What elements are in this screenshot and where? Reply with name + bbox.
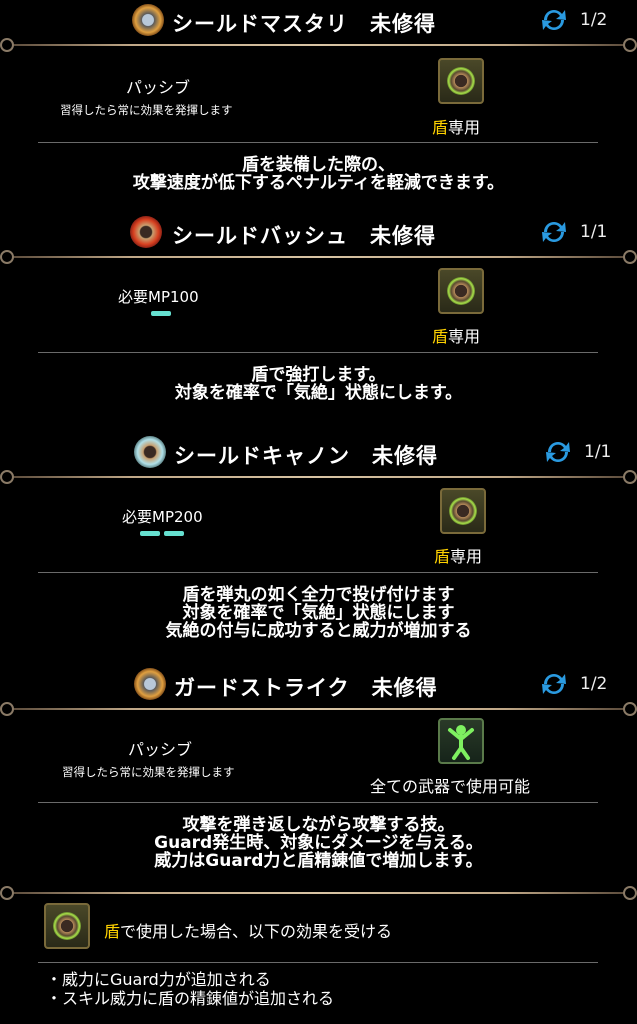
frame-ornament	[0, 250, 14, 264]
shield-weapon-icon	[44, 903, 90, 949]
weapon-requirement: 盾専用	[434, 547, 483, 566]
rotate-icon[interactable]	[542, 438, 574, 466]
frame-divider	[8, 256, 629, 258]
shield-bash-icon	[130, 216, 162, 248]
frame-divider	[8, 708, 629, 710]
mp-level-bar	[164, 531, 184, 536]
shield-weapon-icon	[438, 268, 484, 314]
passive-label: パッシブ	[128, 740, 193, 759]
section-divider	[38, 962, 598, 963]
shield-weapon-icon	[438, 58, 484, 104]
section-divider	[38, 352, 598, 353]
skill-description: 盾を弾丸の如く全力で投げ付けます 対象を確率で「気絶」状態にします 気絶の付与に成功…	[165, 585, 472, 641]
skill-description: 攻撃を弾き返しながら攻撃する技。 Guard発生時、対象にダメージを与える。 威力は…	[154, 815, 483, 871]
gear-skill-icon	[132, 4, 164, 36]
section-divider	[38, 802, 598, 803]
skill-title: シールドマスタリ 未修得	[172, 12, 436, 36]
passive-label: パッシブ	[126, 78, 191, 97]
list-item: ・スキル威力に盾の精錬値が追加される	[46, 989, 335, 1008]
mp-level-bar	[151, 311, 171, 316]
section-divider	[38, 572, 598, 573]
frame-ornament	[623, 250, 637, 264]
rotate-icon[interactable]	[538, 670, 570, 698]
frame-ornament	[0, 38, 14, 52]
passive-note: 習得したら常に効果を発揮します	[60, 103, 233, 117]
frame-ornament	[623, 470, 637, 484]
frame-ornament	[0, 702, 14, 716]
page-indicator: 1/2	[580, 674, 608, 694]
skill-description: 盾を装備した際の、 攻撃速度が低下するペナルティを軽減できます。	[132, 155, 505, 193]
passive-note: 習得したら常に効果を発揮します	[62, 765, 235, 779]
frame-ornament	[0, 886, 14, 900]
gear-skill-icon	[134, 668, 166, 700]
skill-header-guard-strike: ガードストライク 未修得 1/2	[0, 668, 637, 704]
rotate-icon[interactable]	[538, 218, 570, 246]
shield-weapon-icon	[440, 488, 486, 534]
weapon-requirement: 盾専用	[432, 327, 481, 346]
frame-ornament	[623, 886, 637, 900]
skill-description: 盾で強打します。 対象を確率で「気絶」状態にします。	[174, 365, 463, 403]
bonus-effects-list: ・威力にGuard力が追加される ・スキル威力に盾の精錬値が追加される	[46, 970, 334, 1008]
frame-divider	[8, 44, 629, 46]
page-indicator: 1/2	[580, 10, 608, 30]
frame-ornament	[623, 702, 637, 716]
list-item: ・威力にGuard力が追加される	[46, 970, 271, 989]
all-weapons-icon	[438, 718, 484, 764]
frame-ornament	[0, 470, 14, 484]
frame-divider	[8, 892, 629, 894]
skill-header-shield-mastery: シールドマスタリ 未修得 1/2	[0, 4, 637, 40]
frame-divider	[8, 476, 629, 478]
skill-title: シールドバッシュ 未修得	[172, 224, 436, 248]
skill-header-shield-cannon: シールドキャノン 未修得 1/1	[0, 436, 637, 472]
bonus-condition: 盾で使用した場合、以下の効果を受ける	[104, 922, 393, 941]
mp-level-bar	[140, 531, 160, 536]
weapon-requirement: 盾専用	[432, 118, 481, 137]
mp-cost: 必要MP200	[122, 508, 203, 526]
page-indicator: 1/1	[584, 442, 612, 462]
frame-ornament	[623, 38, 637, 52]
skill-title: ガードストライク 未修得	[174, 676, 438, 700]
weapon-requirement: 全ての武器で使用可能	[370, 777, 531, 796]
mp-cost: 必要MP100	[118, 288, 199, 306]
section-divider	[38, 142, 598, 143]
skill-header-shield-bash: シールドバッシュ 未修得 1/1	[0, 216, 637, 252]
skill-title: シールドキャノン 未修得	[174, 444, 438, 468]
page-indicator: 1/1	[580, 222, 608, 242]
shield-cannon-icon	[134, 436, 166, 468]
rotate-icon[interactable]	[538, 6, 570, 34]
